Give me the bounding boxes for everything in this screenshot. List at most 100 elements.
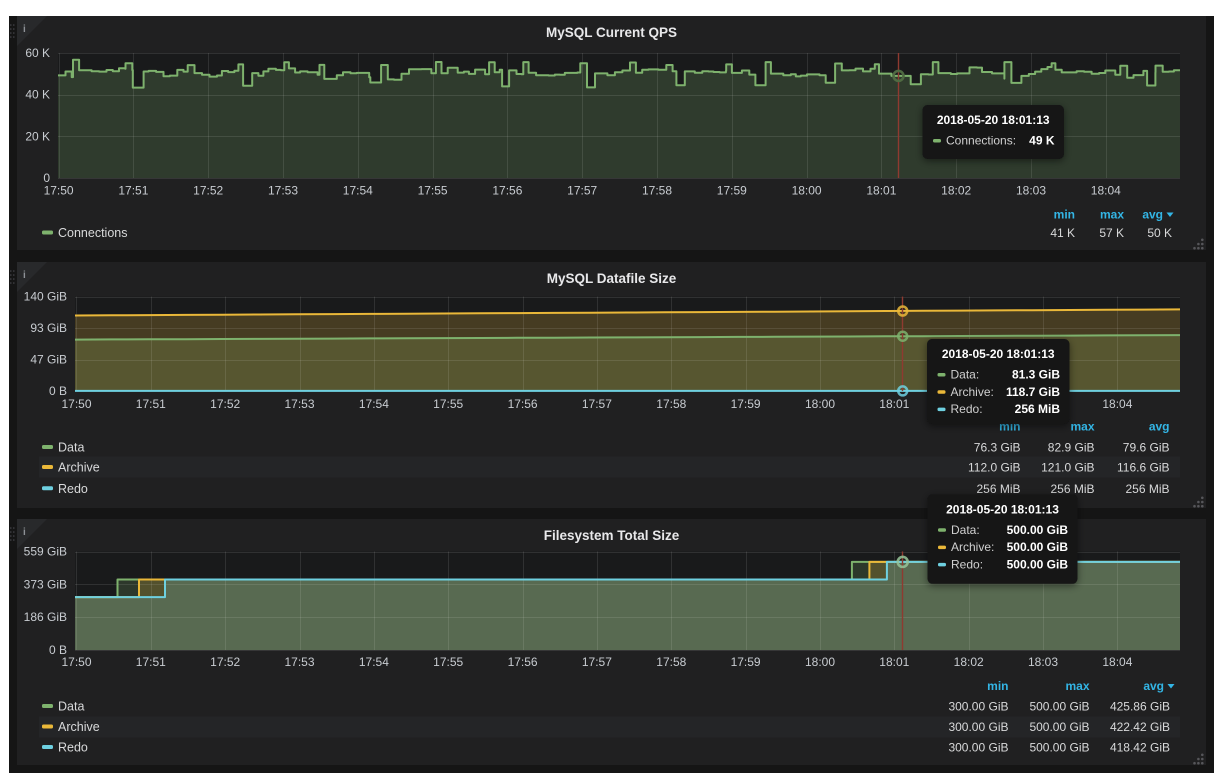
svg-text:Connections:: Connections: bbox=[946, 134, 1016, 148]
svg-text:76.3 GiB: 76.3 GiB bbox=[974, 441, 1021, 455]
svg-text:500.00 GiB: 500.00 GiB bbox=[1007, 557, 1069, 571]
svg-text:max: max bbox=[1070, 420, 1094, 434]
svg-text:425.86 GiB: 425.86 GiB bbox=[1110, 700, 1170, 714]
svg-text:17:55: 17:55 bbox=[433, 655, 463, 669]
svg-text:418.42 GiB: 418.42 GiB bbox=[1110, 741, 1170, 755]
svg-text:17:53: 17:53 bbox=[284, 655, 314, 669]
svg-text:17:56: 17:56 bbox=[508, 397, 538, 411]
svg-text:avg: avg bbox=[1143, 679, 1164, 693]
svg-text:18:00: 18:00 bbox=[805, 397, 835, 411]
svg-text:300.00 GiB: 300.00 GiB bbox=[948, 720, 1008, 734]
svg-text:17:50: 17:50 bbox=[61, 655, 91, 669]
svg-text:18:03: 18:03 bbox=[1028, 655, 1058, 669]
svg-text:17:55: 17:55 bbox=[433, 397, 463, 411]
svg-text:17:56: 17:56 bbox=[492, 184, 522, 198]
svg-text:300.00 GiB: 300.00 GiB bbox=[948, 700, 1008, 714]
svg-text:79.6 GiB: 79.6 GiB bbox=[1123, 441, 1170, 455]
svg-text:17:58: 17:58 bbox=[656, 397, 686, 411]
svg-text:2018-05-20 18:01:13: 2018-05-20 18:01:13 bbox=[946, 502, 1059, 516]
svg-text:Data: Data bbox=[58, 700, 84, 714]
svg-text:Archive: Archive bbox=[58, 461, 100, 475]
svg-text:256 MiB: 256 MiB bbox=[1125, 482, 1169, 496]
svg-text:17:59: 17:59 bbox=[717, 184, 747, 198]
svg-text:Filesystem Total Size: Filesystem Total Size bbox=[544, 528, 680, 543]
svg-text:18:01: 18:01 bbox=[879, 397, 909, 411]
svg-text:118.7 GiB: 118.7 GiB bbox=[1006, 385, 1060, 399]
svg-text:500.00 GiB: 500.00 GiB bbox=[1029, 741, 1089, 755]
svg-text:max: max bbox=[1100, 208, 1124, 222]
svg-text:i: i bbox=[23, 24, 26, 35]
svg-text:17:51: 17:51 bbox=[118, 184, 148, 198]
svg-text:17:58: 17:58 bbox=[656, 655, 686, 669]
svg-text:18:01: 18:01 bbox=[879, 655, 909, 669]
svg-text:Data: Data bbox=[58, 441, 84, 455]
svg-text:17:51: 17:51 bbox=[136, 397, 166, 411]
svg-text:18:00: 18:00 bbox=[792, 184, 822, 198]
svg-text:50 K: 50 K bbox=[1147, 226, 1172, 240]
svg-text:47 GiB: 47 GiB bbox=[30, 353, 67, 367]
svg-text:186 GiB: 186 GiB bbox=[24, 610, 67, 624]
svg-text:17:51: 17:51 bbox=[136, 655, 166, 669]
svg-text:373 GiB: 373 GiB bbox=[24, 577, 67, 591]
svg-text:18:04: 18:04 bbox=[1102, 655, 1132, 669]
svg-text:Redo: Redo bbox=[58, 482, 88, 496]
svg-text:Connections: Connections bbox=[58, 226, 128, 240]
svg-text:49 K: 49 K bbox=[1029, 134, 1055, 148]
svg-text:93 GiB: 93 GiB bbox=[30, 321, 67, 335]
svg-text:Redo:: Redo: bbox=[951, 557, 983, 571]
svg-text:500.00 GiB: 500.00 GiB bbox=[1007, 523, 1069, 537]
svg-text:18:04: 18:04 bbox=[1091, 184, 1121, 198]
svg-text:Data:: Data: bbox=[951, 523, 980, 537]
svg-text:17:57: 17:57 bbox=[582, 655, 612, 669]
svg-text:256 MiB: 256 MiB bbox=[976, 482, 1020, 496]
svg-text:256 MiB: 256 MiB bbox=[1050, 482, 1094, 496]
svg-text:18:01: 18:01 bbox=[866, 184, 896, 198]
svg-text:121.0 GiB: 121.0 GiB bbox=[1041, 461, 1094, 475]
svg-text:17:54: 17:54 bbox=[359, 397, 389, 411]
svg-text:500.00 GiB: 500.00 GiB bbox=[1029, 700, 1089, 714]
svg-text:112.0 GiB: 112.0 GiB bbox=[968, 461, 1020, 475]
svg-text:140 GiB: 140 GiB bbox=[24, 290, 67, 304]
svg-text:Archive:: Archive: bbox=[951, 540, 994, 554]
svg-text:avg: avg bbox=[1142, 208, 1163, 222]
svg-text:17:50: 17:50 bbox=[44, 184, 74, 198]
svg-text:17:56: 17:56 bbox=[508, 655, 538, 669]
svg-text:MySQL Datafile Size: MySQL Datafile Size bbox=[547, 271, 677, 286]
svg-text:500.00 GiB: 500.00 GiB bbox=[1007, 540, 1069, 554]
svg-text:17:52: 17:52 bbox=[193, 184, 223, 198]
svg-text:17:53: 17:53 bbox=[284, 397, 314, 411]
svg-text:17:55: 17:55 bbox=[418, 184, 448, 198]
svg-text:41 K: 41 K bbox=[1050, 226, 1075, 240]
svg-text:17:58: 17:58 bbox=[642, 184, 672, 198]
svg-text:17:50: 17:50 bbox=[61, 397, 91, 411]
svg-text:2018-05-20 18:01:13: 2018-05-20 18:01:13 bbox=[937, 113, 1050, 127]
svg-text:Archive: Archive bbox=[58, 720, 100, 734]
svg-text:min: min bbox=[987, 679, 1008, 693]
svg-text:300.00 GiB: 300.00 GiB bbox=[948, 741, 1008, 755]
svg-text:18:04: 18:04 bbox=[1102, 397, 1132, 411]
svg-text:17:54: 17:54 bbox=[359, 655, 389, 669]
svg-text:18:02: 18:02 bbox=[941, 184, 971, 198]
svg-text:i: i bbox=[23, 270, 26, 281]
svg-text:avg: avg bbox=[1149, 420, 1170, 434]
svg-text:40 K: 40 K bbox=[25, 88, 50, 102]
svg-text:Archive:: Archive: bbox=[951, 385, 994, 399]
svg-text:17:57: 17:57 bbox=[567, 184, 597, 198]
svg-text:0 B: 0 B bbox=[49, 384, 67, 398]
svg-text:17:52: 17:52 bbox=[210, 655, 240, 669]
svg-text:min: min bbox=[1054, 208, 1075, 222]
svg-text:17:52: 17:52 bbox=[210, 397, 240, 411]
svg-text:18:00: 18:00 bbox=[805, 655, 835, 669]
svg-text:20 K: 20 K bbox=[25, 129, 50, 143]
svg-text:116.6 GiB: 116.6 GiB bbox=[1117, 461, 1169, 475]
svg-text:17:57: 17:57 bbox=[582, 397, 612, 411]
svg-text:559 GiB: 559 GiB bbox=[24, 545, 67, 559]
svg-text:18:02: 18:02 bbox=[954, 655, 984, 669]
svg-text:81.3 GiB: 81.3 GiB bbox=[1012, 368, 1060, 382]
svg-text:i: i bbox=[23, 527, 26, 538]
svg-text:Redo:: Redo: bbox=[951, 402, 983, 416]
svg-text:60 K: 60 K bbox=[25, 46, 50, 60]
svg-text:Data:: Data: bbox=[951, 368, 980, 382]
svg-text:82.9 GiB: 82.9 GiB bbox=[1048, 441, 1095, 455]
svg-text:17:59: 17:59 bbox=[731, 397, 761, 411]
